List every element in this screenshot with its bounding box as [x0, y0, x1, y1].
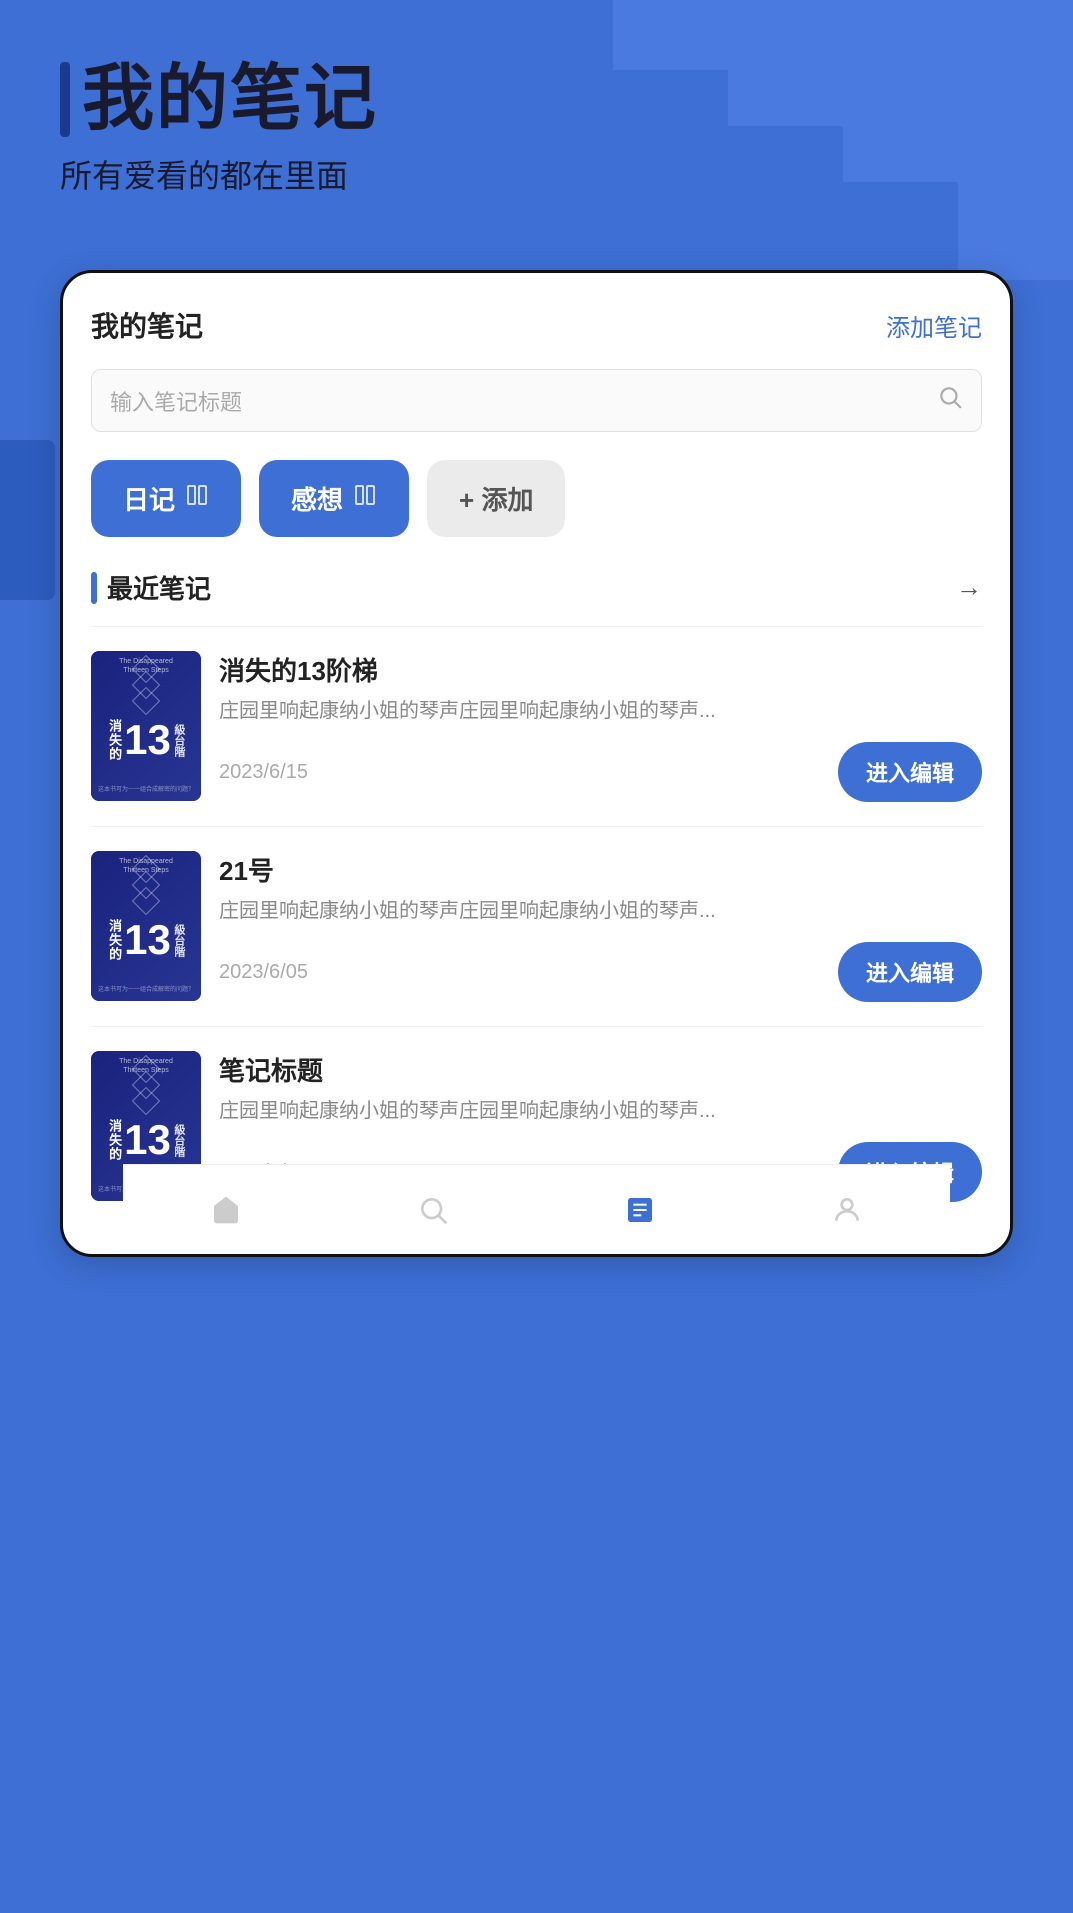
note-item-1: 消失的 13 級台階 The DisappearedThirteen Steps… — [91, 626, 982, 826]
notes-nav-icon — [624, 1194, 656, 1226]
edit-button-2[interactable]: 进入编辑 — [838, 942, 982, 1002]
home-icon — [210, 1194, 242, 1226]
section-title-wrap: 最近笔记 — [91, 569, 211, 606]
phone-card: 我的笔记 添加笔记 输入笔记标题 日记 — [60, 270, 1013, 1257]
header-section: 我的笔记 所有爱看的都在里面 — [60, 60, 378, 197]
note-title-2: 21号 — [219, 851, 982, 888]
tag-thoughts[interactable]: 感想 — [259, 460, 409, 537]
card-title: 我的笔记 — [91, 305, 203, 345]
section-header: 最近笔记 → — [91, 569, 982, 606]
search-nav-icon — [417, 1194, 449, 1226]
note-footer-2: 2023/6/05 进入编辑 — [219, 942, 982, 1002]
tag-row: 日记 感想 + 添加 — [91, 460, 982, 537]
nav-item-notes[interactable] — [624, 1194, 656, 1226]
notes-list: 消失的 13 級台階 The DisappearedThirteen Steps… — [91, 626, 982, 1226]
nav-item-profile[interactable] — [831, 1194, 863, 1226]
note-item-2: 消失的 13 級台階 The DisappearedThirteen Steps… — [91, 826, 982, 1026]
book-cover-1: 消失的 13 級台階 The DisappearedThirteen Steps… — [91, 651, 201, 801]
note-excerpt-1: 庄园里响起康纳小姐的琴声庄园里响起康纳小姐的琴声... — [219, 696, 982, 726]
page-subtitle: 所有爱看的都在里面 — [60, 151, 378, 197]
section-more-arrow[interactable]: → — [956, 572, 982, 603]
tag-thoughts-label: 感想 — [291, 480, 343, 517]
search-icon — [937, 384, 963, 417]
note-title-1: 消失的13阶梯 — [219, 651, 982, 688]
page-title: 我的笔记 — [82, 60, 378, 139]
bg-decoration-left — [0, 440, 55, 600]
note-excerpt-3: 庄园里响起康纳小姐的琴声庄园里响起康纳小姐的琴声... — [219, 1096, 982, 1126]
title-accent-bar — [60, 62, 70, 137]
section-accent — [91, 572, 97, 604]
note-date-1: 2023/6/15 — [219, 761, 308, 784]
card-content: 我的笔记 添加笔记 输入笔记标题 日记 — [63, 273, 1010, 1254]
tag-add-label: + 添加 — [459, 480, 533, 517]
card-header: 我的笔记 添加笔记 — [91, 305, 982, 345]
bg-decoration-top-right — [613, 0, 1073, 280]
note-footer-1: 2023/6/15 进入编辑 — [219, 742, 982, 802]
book-cover-2: 消失的 13 級台階 The DisappearedThirteen Steps… — [91, 851, 201, 1001]
search-placeholder: 输入笔记标题 — [110, 385, 937, 417]
note-content-1: 消失的13阶梯 庄园里响起康纳小姐的琴声庄园里响起康纳小姐的琴声... 2023… — [219, 651, 982, 802]
tag-diary-label: 日记 — [123, 480, 175, 517]
section-title: 最近笔记 — [107, 569, 211, 606]
profile-nav-icon — [831, 1194, 863, 1226]
tag-diary-icon — [185, 483, 209, 514]
note-date-2: 2023/6/05 — [219, 961, 308, 984]
tag-diary[interactable]: 日记 — [91, 460, 241, 537]
nav-item-home[interactable] — [210, 1194, 242, 1226]
nav-item-search[interactable] — [417, 1194, 449, 1226]
note-content-2: 21号 庄园里响起康纳小姐的琴声庄园里响起康纳小姐的琴声... 2023/6/0… — [219, 851, 982, 1002]
bottom-nav — [123, 1164, 950, 1254]
search-bar[interactable]: 输入笔记标题 — [91, 369, 982, 432]
note-title-3: 笔记标题 — [219, 1051, 982, 1088]
edit-button-1[interactable]: 进入编辑 — [838, 742, 982, 802]
note-excerpt-2: 庄园里响起康纳小姐的琴声庄园里响起康纳小姐的琴声... — [219, 896, 982, 926]
tag-add[interactable]: + 添加 — [427, 460, 565, 537]
tag-thoughts-icon — [353, 483, 377, 514]
add-note-button[interactable]: 添加笔记 — [886, 308, 982, 343]
